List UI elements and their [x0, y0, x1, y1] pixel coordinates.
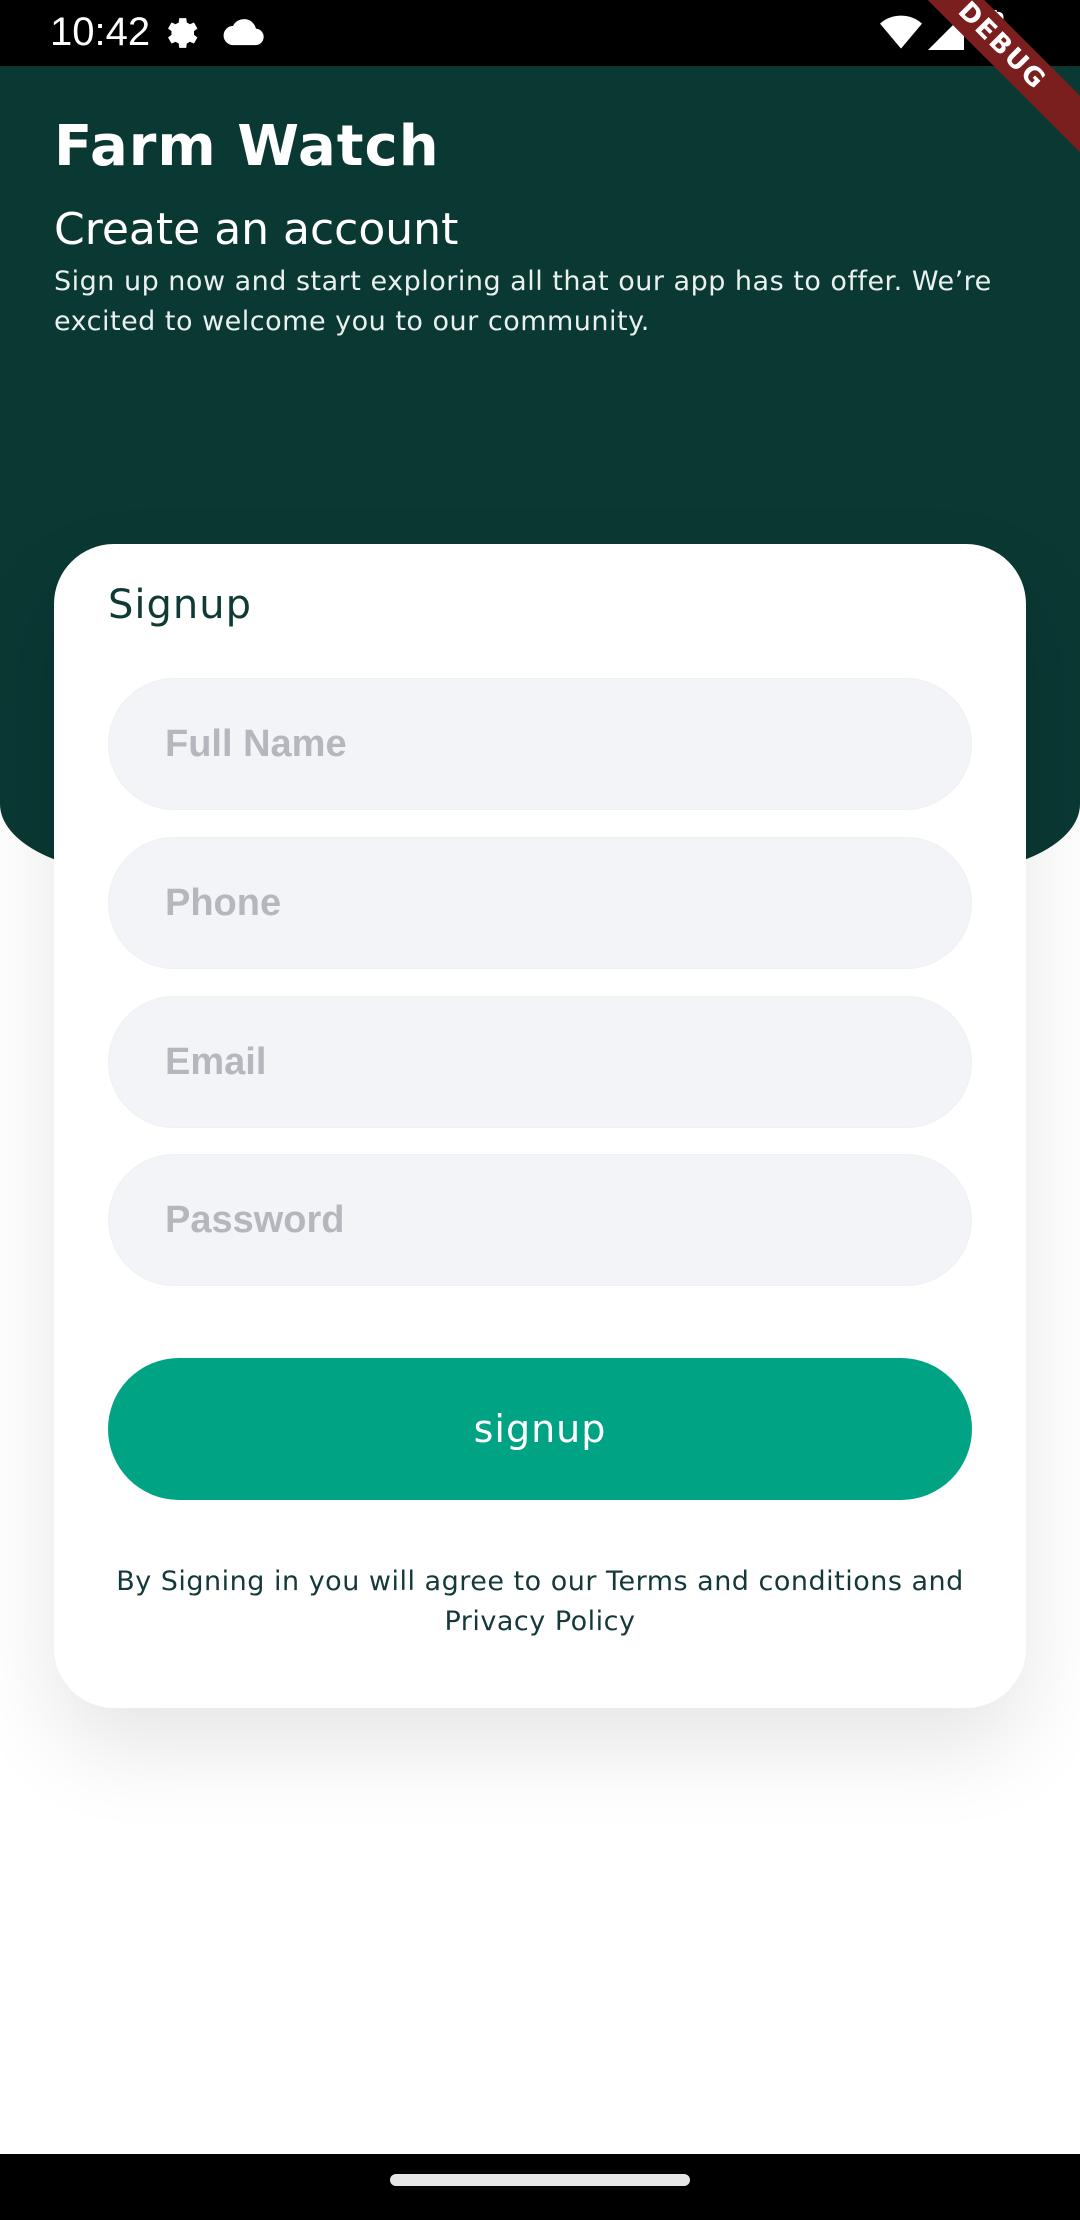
navigation-bar [0, 2154, 1080, 2220]
email-field[interactable] [108, 996, 972, 1128]
password-input[interactable] [109, 1155, 971, 1285]
status-time: 10:42 [50, 10, 151, 54]
signup-button[interactable]: signup [108, 1358, 972, 1500]
home-gesture-handle[interactable] [390, 2174, 690, 2186]
create-account-heading: Create an account [54, 204, 459, 255]
terms-text: By Signing in you will agree to our Term… [116, 1566, 964, 1637]
email-input[interactable] [109, 997, 971, 1127]
password-field[interactable] [108, 1154, 972, 1286]
phone-input[interactable] [109, 838, 971, 968]
create-account-description: Sign up now and start exploring all that… [54, 266, 992, 337]
signup-screen: 10:42 DEBUG Farm Watch Create an account… [0, 0, 1080, 2220]
app-title: Farm Watch [54, 114, 440, 179]
cloud-icon [222, 16, 264, 52]
signup-card: Signup signup By Signing in you will agr… [54, 544, 1026, 1708]
full-name-field[interactable] [108, 678, 972, 810]
full-name-input[interactable] [109, 679, 971, 809]
wifi-icon [880, 14, 922, 54]
phone-field[interactable] [108, 837, 972, 969]
settings-gear-icon [160, 12, 202, 58]
status-bar: 10:42 [0, 0, 1080, 66]
signup-card-title: Signup [108, 582, 252, 628]
